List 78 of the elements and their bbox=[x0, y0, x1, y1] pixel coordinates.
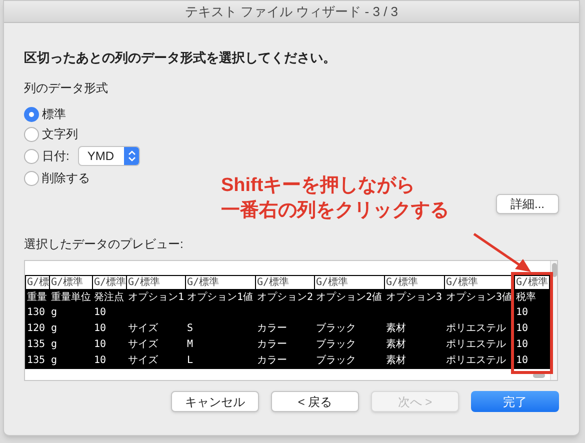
column-header-cell-text: オプション1 bbox=[127, 290, 185, 305]
table-cell-text: サイズ bbox=[127, 322, 159, 336]
annotation-text: Shiftキーを押しながら bbox=[221, 174, 416, 198]
table-cell-text: 10 bbox=[93, 338, 108, 352]
column-header-cell-text: 重量単位 bbox=[50, 290, 92, 305]
table-cell-text: g bbox=[50, 354, 58, 368]
stepper-icon bbox=[124, 147, 140, 165]
table-cell-text: 10 bbox=[93, 306, 108, 320]
column-format-cell[interactable]: G/標準 bbox=[49, 275, 92, 289]
preview-label: 選択したデータのプレビュー: bbox=[24, 236, 184, 252]
column-format-cell[interactable]: G/標 bbox=[25, 275, 49, 289]
table-cell-text: ポリエステル bbox=[445, 322, 507, 336]
table-cell-text: ブラック bbox=[315, 354, 357, 368]
table-cell-text: 135 bbox=[26, 338, 46, 352]
column-format-cell[interactable]: G/標準 bbox=[384, 275, 444, 289]
column-header-cell-text: 税率 bbox=[515, 290, 537, 305]
arrow-icon bbox=[473, 233, 531, 273]
column-format-cell[interactable]: G/標準 bbox=[92, 275, 126, 289]
date-order-dropdown[interactable]: YMD bbox=[78, 146, 140, 166]
radio-label[interactable]: 日付: bbox=[42, 147, 70, 165]
table-cell-text: サイズ bbox=[127, 354, 159, 368]
column-format-cell[interactable]: G/標準 bbox=[185, 275, 255, 289]
table-cell-text: カラー bbox=[256, 338, 288, 352]
radio-button[interactable] bbox=[24, 148, 39, 164]
table-cell-text: 10 bbox=[515, 354, 530, 368]
radio-button[interactable] bbox=[24, 106, 39, 122]
table-cell-text: ブラック bbox=[315, 338, 357, 352]
table-cell-text: 素材 bbox=[385, 322, 407, 336]
table-cell-text: 10 bbox=[515, 338, 530, 352]
radio-button[interactable] bbox=[24, 170, 39, 186]
column-header-cell-text: オプション3値 bbox=[445, 290, 514, 305]
radio-label[interactable]: 文字列 bbox=[42, 125, 78, 143]
advanced-button[interactable]: 詳細... bbox=[496, 194, 559, 214]
annotation-text: 一番右の列をクリックする bbox=[221, 198, 449, 223]
horizontal-scroll-thumb[interactable] bbox=[533, 373, 545, 378]
table-cell-text: M bbox=[186, 338, 194, 352]
table-cell-text: 135 bbox=[26, 354, 46, 368]
column-header-cell-text: オプション2値 bbox=[315, 290, 384, 305]
dialog-button[interactable]: キャンセル bbox=[171, 391, 259, 412]
table-cell-text: 130 bbox=[26, 306, 46, 320]
table-cell-text: g bbox=[50, 338, 58, 352]
table-cell-text: ブラック bbox=[315, 322, 357, 336]
table-cell-text: カラー bbox=[256, 322, 288, 336]
instruction-text: 区切ったあとの列のデータ形式を選択してください。 bbox=[24, 49, 337, 67]
dialog-button[interactable]: < 戻る bbox=[271, 391, 359, 412]
table-cell-text: カラー bbox=[256, 354, 288, 368]
table-cell-text: 10 bbox=[515, 322, 530, 336]
selected-data-area[interactable]: 重量 重量単位 発注点 オプション1 オプション1値 オプション2 オプション2値 オプション3 オプション3値 税率 130 g 10 10 120 g 10 サイズ S カラー ブラック 素材 ポリエステル 10 135 g 10 サイズ M カラー ブラック 素材 ポリエステル 10 135 g 10 サイズ L カラー ブラック 素材 ポリエステル 10 bbox=[25, 289, 550, 369]
table-cell-text: サイズ bbox=[127, 338, 159, 352]
table-cell-text: g bbox=[50, 306, 58, 320]
table-cell-text: 10 bbox=[93, 354, 108, 368]
column-format-cell[interactable]: G/標準 bbox=[126, 275, 185, 289]
radio-label[interactable]: 標準 bbox=[42, 105, 66, 123]
table-cell-text: 10 bbox=[93, 322, 108, 336]
table-cell-text: 素材 bbox=[385, 354, 407, 368]
column-header-cell-text: オプション3 bbox=[385, 290, 444, 305]
table-cell-text: ポリエステル bbox=[445, 354, 507, 368]
column-format-cell[interactable]: G/標準 bbox=[255, 275, 314, 289]
table-cell-text: L bbox=[186, 354, 194, 368]
group-label: 列のデータ形式 bbox=[24, 80, 109, 96]
column-header-cell-text: 発注点 bbox=[93, 290, 125, 305]
table-cell-text: 120 bbox=[26, 322, 46, 336]
column-header-cell-text: オプション1値 bbox=[186, 290, 254, 305]
column-header-cell-text: オプション2 bbox=[256, 290, 314, 305]
radio-label[interactable]: 削除する bbox=[42, 169, 90, 187]
scroll-thumb[interactable] bbox=[552, 263, 556, 277]
table-cell-text: S bbox=[186, 322, 194, 336]
table-cell-text: ポリエステル bbox=[445, 338, 507, 352]
table-cell-text: 10 bbox=[515, 306, 530, 320]
table-cell-text: g bbox=[50, 322, 58, 336]
table-cell-text: 素材 bbox=[385, 338, 407, 352]
column-format-cell[interactable]: G/標準 bbox=[514, 275, 550, 289]
window-title: テキスト ファイル ウィザード - 3 / 3 bbox=[184, 2, 398, 21]
radio-button[interactable] bbox=[24, 126, 39, 142]
column-format-cell[interactable]: G/標準 bbox=[444, 275, 514, 289]
finish-button[interactable]: 完了 bbox=[471, 391, 559, 412]
column-format-cell[interactable]: G/標準 bbox=[314, 275, 384, 289]
column-header-cell-text: 重量 bbox=[26, 290, 48, 305]
